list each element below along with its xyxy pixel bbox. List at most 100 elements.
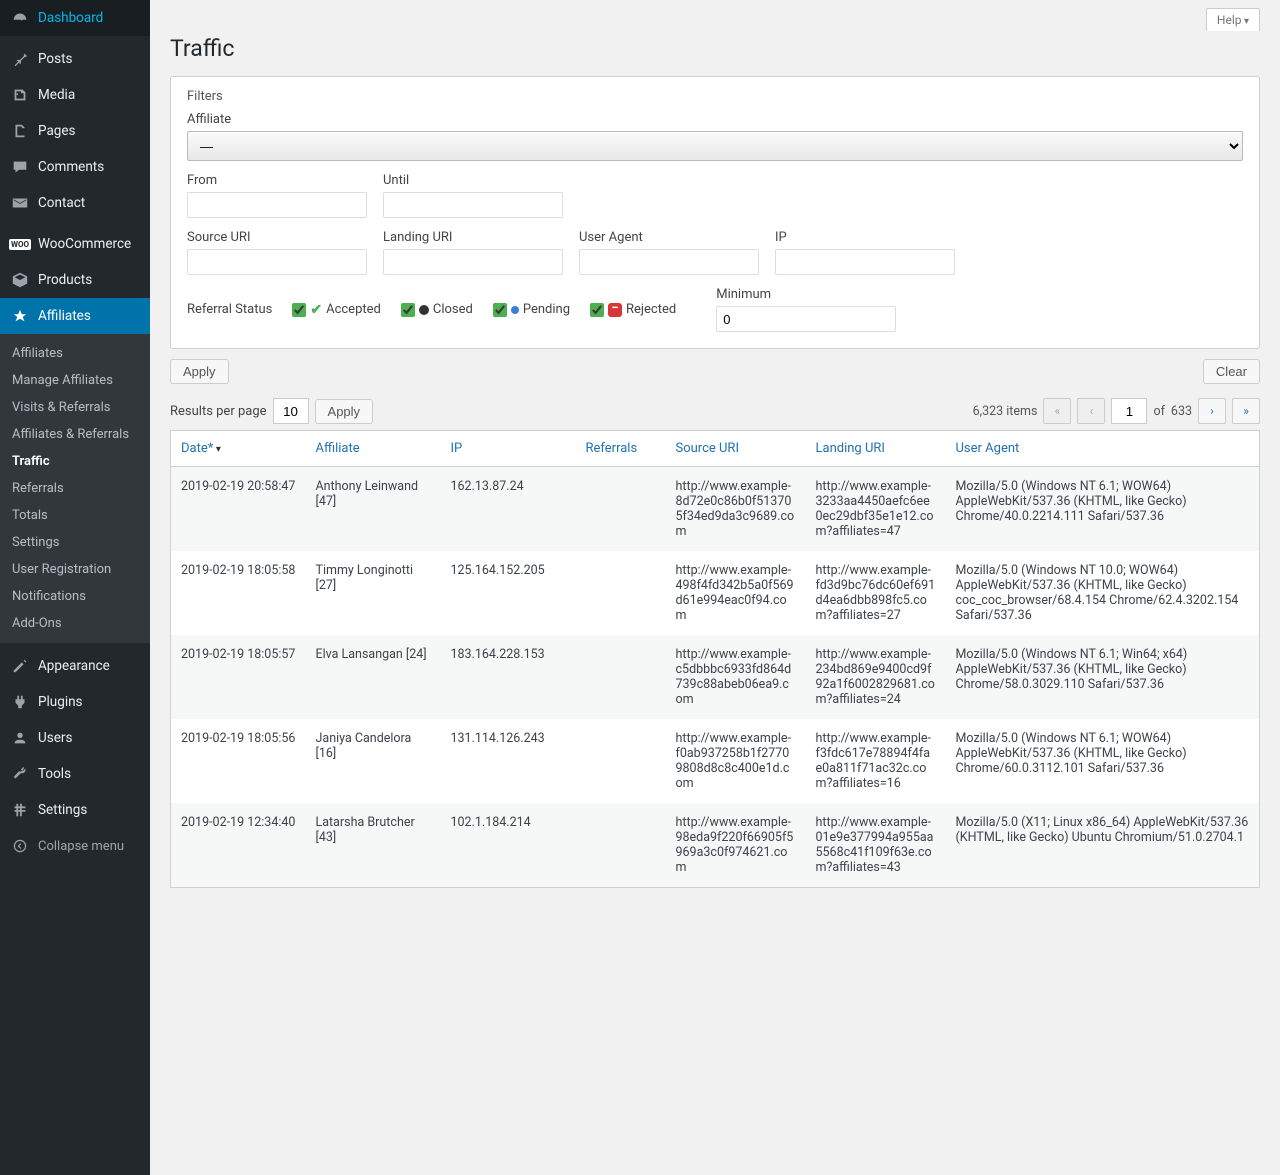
menu-products[interactable]: Products: [0, 262, 150, 298]
results-per-page-label: Results per page: [170, 404, 267, 419]
menu-label: WooCommerce: [38, 236, 131, 252]
submenu-affiliates-referrals[interactable]: Affiliates & Referrals: [0, 421, 150, 448]
th-referrals[interactable]: Referrals: [576, 431, 666, 467]
per-page-input[interactable]: [273, 398, 309, 424]
collapse-menu[interactable]: Collapse menu: [0, 828, 150, 864]
pager-next-icon[interactable]: ›: [1198, 398, 1226, 424]
status-pending-checkbox[interactable]: [493, 303, 507, 317]
pager-first-icon[interactable]: «: [1043, 398, 1071, 424]
menu-dashboard[interactable]: Dashboard: [0, 0, 150, 36]
source-uri-label: Source URI: [187, 230, 367, 245]
th-affiliate[interactable]: Affiliate: [306, 431, 441, 467]
submenu-add-ons[interactable]: Add-Ons: [0, 610, 150, 637]
cell-landing-uri: http://www.example-fd3d9bc76dc60ef691d4e…: [806, 551, 946, 635]
tools-icon: [10, 764, 30, 784]
menu-affiliates[interactable]: Affiliates: [0, 298, 150, 334]
submenu-visits-referrals[interactable]: Visits & Referrals: [0, 394, 150, 421]
from-input[interactable]: [187, 192, 367, 218]
cell-user-agent: Mozilla/5.0 (X11; Linux x86_64) AppleWeb…: [946, 803, 1260, 888]
apply-button[interactable]: Apply: [170, 359, 229, 384]
landing-uri-input[interactable]: [383, 249, 563, 275]
menu-woocommerce[interactable]: WOO WooCommerce: [0, 226, 150, 262]
media-icon: [10, 85, 30, 105]
until-label: Until: [383, 173, 563, 188]
menu-label: Affiliates: [38, 308, 91, 324]
help-tab[interactable]: Help: [1206, 8, 1260, 31]
user-agent-input[interactable]: [579, 249, 759, 275]
cell-source-uri: http://www.example-98eda9f220f66905f5969…: [666, 803, 806, 888]
mail-icon: [10, 193, 30, 213]
cell-source-uri: http://www.example-c5dbbbc6933fd864d739c…: [666, 635, 806, 719]
source-uri-input[interactable]: [187, 249, 367, 275]
status-rejected[interactable]: Rejected: [590, 302, 676, 317]
cell-date: 2019-02-19 18:05:58: [171, 551, 306, 635]
status-accepted[interactable]: ✔Accepted: [292, 302, 381, 318]
th-ip[interactable]: IP: [441, 431, 576, 467]
menu-pages[interactable]: Pages: [0, 113, 150, 149]
th-source-uri[interactable]: Source URI: [666, 431, 806, 467]
submenu-affiliates[interactable]: Affiliates: [0, 340, 150, 367]
table-row: 2019-02-19 20:58:47 Anthony Leinwand [47…: [171, 467, 1260, 552]
menu-posts[interactable]: Posts: [0, 41, 150, 77]
settings-icon: [10, 800, 30, 820]
pager-of-label: of: [1153, 404, 1164, 419]
pager-prev-icon[interactable]: ‹: [1077, 398, 1105, 424]
cell-referrals: [576, 551, 666, 635]
menu-label: Posts: [38, 51, 72, 67]
ip-label: IP: [775, 230, 955, 245]
menu-tools[interactable]: Tools: [0, 756, 150, 792]
dot-icon: [511, 306, 519, 314]
ip-input[interactable]: [775, 249, 955, 275]
cell-user-agent: Mozilla/5.0 (Windows NT 10.0; WOW64) App…: [946, 551, 1260, 635]
cell-referrals: [576, 719, 666, 803]
landing-uri-label: Landing URI: [383, 230, 563, 245]
menu-contact[interactable]: Contact: [0, 185, 150, 221]
menu-media[interactable]: Media: [0, 77, 150, 113]
woo-icon: WOO: [10, 234, 30, 254]
menu-comments[interactable]: Comments: [0, 149, 150, 185]
comment-icon: [10, 157, 30, 177]
status-closed[interactable]: Closed: [401, 302, 473, 317]
table-row: 2019-02-19 18:05:57 Elva Lansangan [24] …: [171, 635, 1260, 719]
status-closed-checkbox[interactable]: [401, 303, 415, 317]
collapse-icon: [10, 836, 30, 856]
status-rejected-checkbox[interactable]: [590, 303, 604, 317]
submenu-settings[interactable]: Settings: [0, 529, 150, 556]
submenu-referrals[interactable]: Referrals: [0, 475, 150, 502]
pager-last-icon[interactable]: »: [1232, 398, 1260, 424]
submenu-notifications[interactable]: Notifications: [0, 583, 150, 610]
cell-date: 2019-02-19 18:05:57: [171, 635, 306, 719]
cell-ip: 183.164.228.153: [441, 635, 576, 719]
submenu-totals[interactable]: Totals: [0, 502, 150, 529]
status-accepted-checkbox[interactable]: [292, 303, 306, 317]
users-icon: [10, 728, 30, 748]
menu-label: Pages: [38, 123, 76, 139]
cell-affiliate: Anthony Leinwand [47]: [306, 467, 441, 552]
clear-button[interactable]: Clear: [1203, 359, 1260, 384]
affiliates-icon: [10, 306, 30, 326]
cell-date: 2019-02-19 18:05:56: [171, 719, 306, 803]
cell-user-agent: Mozilla/5.0 (Windows NT 6.1; Win64; x64)…: [946, 635, 1260, 719]
status-pending[interactable]: Pending: [493, 302, 570, 317]
menu-users[interactable]: Users: [0, 720, 150, 756]
per-page-apply-button[interactable]: Apply: [315, 399, 374, 424]
cell-referrals: [576, 467, 666, 552]
total-items: 6,323 items: [973, 404, 1038, 419]
cell-affiliate: Janiya Candelora [16]: [306, 719, 441, 803]
th-landing-uri[interactable]: Landing URI: [806, 431, 946, 467]
menu-plugins[interactable]: Plugins: [0, 684, 150, 720]
until-input[interactable]: [383, 192, 563, 218]
traffic-table: Date* Affiliate IP Referrals Source URI …: [170, 430, 1260, 888]
th-user-agent[interactable]: User Agent: [946, 431, 1260, 467]
cell-date: 2019-02-19 20:58:47: [171, 467, 306, 552]
cell-landing-uri: http://www.example-3233aa4450aefc6ee0ec2…: [806, 467, 946, 552]
menu-appearance[interactable]: Appearance: [0, 648, 150, 684]
th-date[interactable]: Date*: [171, 431, 306, 467]
menu-settings[interactable]: Settings: [0, 792, 150, 828]
submenu-traffic[interactable]: Traffic: [0, 448, 150, 475]
affiliate-select[interactable]: —: [187, 131, 1243, 161]
pager-current-input[interactable]: [1111, 398, 1147, 424]
minimum-input[interactable]: [716, 306, 896, 332]
submenu-user-registration[interactable]: User Registration: [0, 556, 150, 583]
submenu-manage-affiliates[interactable]: Manage Affiliates: [0, 367, 150, 394]
